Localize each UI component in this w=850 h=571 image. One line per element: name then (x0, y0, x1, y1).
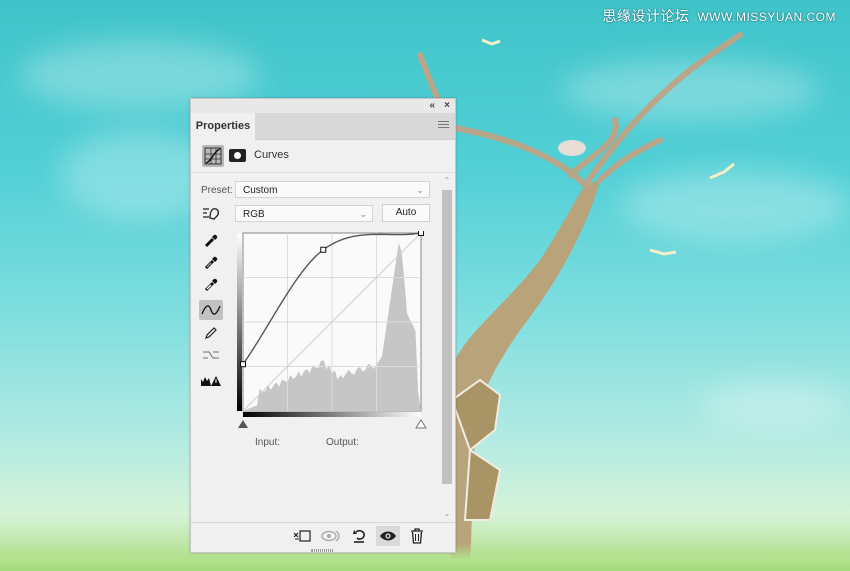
layer-mask-icon[interactable] (229, 149, 246, 162)
channel-dropdown[interactable]: RGB ⌄ (235, 205, 373, 222)
adjustment-header: Curves (191, 140, 455, 173)
reset-icon[interactable] (347, 526, 371, 546)
panel-footer (191, 522, 455, 552)
clipping-warning-icon[interactable] (199, 371, 223, 391)
curves-content: Preset: Custom ⌄ RGB ⌄ Auto Input: Outpu… (191, 173, 438, 520)
clip-to-layer-icon[interactable] (290, 526, 314, 546)
black-point-slider[interactable] (238, 420, 248, 428)
input-label: Input: (255, 437, 281, 448)
preset-value: Custom (243, 185, 278, 196)
input-gradient-bar (243, 412, 421, 417)
curve-point[interactable] (418, 230, 424, 236)
output-label: Output: (326, 437, 359, 448)
adjustment-title: Curves (254, 149, 289, 161)
curves-graph[interactable] (237, 230, 427, 436)
visibility-eye-icon[interactable] (376, 526, 400, 546)
auto-button[interactable]: Auto (382, 204, 430, 222)
white-point-slider[interactable] (415, 419, 427, 429)
channel-value: RGB (243, 209, 265, 220)
eyedropper-black-icon[interactable] (199, 231, 223, 251)
scroll-down-icon[interactable]: ⌄ (441, 509, 453, 518)
curve-point[interactable] (320, 246, 327, 253)
watermark-url: WWW.MISSYUAN.COM (697, 10, 836, 24)
smooth-curve-icon[interactable] (199, 345, 223, 365)
delete-trash-icon[interactable] (405, 526, 429, 546)
close-icon[interactable]: × (444, 100, 450, 111)
eyedropper-gray-icon[interactable] (199, 253, 223, 273)
chevron-down-icon: ⌄ (359, 209, 367, 219)
resize-grip[interactable] (311, 549, 334, 552)
scroll-thumb[interactable] (442, 190, 452, 484)
curve-points-icon[interactable] (199, 300, 223, 320)
curve-point[interactable] (240, 361, 246, 368)
pencil-icon[interactable] (199, 323, 223, 343)
collapse-icon[interactable]: « (429, 100, 435, 111)
chevron-down-icon: ⌄ (416, 185, 424, 195)
scroll-up-icon[interactable]: ⌃ (441, 176, 453, 185)
watermark-cn: 思缘设计论坛 (602, 8, 690, 24)
panel-scrollbar[interactable]: ⌃ ⌄ (441, 176, 453, 520)
tab-properties[interactable]: Properties (191, 113, 255, 140)
view-previous-icon[interactable] (319, 526, 343, 546)
preset-dropdown[interactable]: Custom ⌄ (235, 181, 430, 198)
panel-titlebar[interactable]: « × (191, 99, 455, 113)
panel-menu-icon[interactable] (438, 121, 449, 130)
curves-adjustment-icon[interactable] (202, 145, 224, 167)
preset-label: Preset: (201, 185, 233, 196)
watermark: 思缘设计论坛 WWW.MISSYUAN.COM (602, 6, 836, 26)
eyedropper-white-icon[interactable] (199, 275, 223, 295)
panel-tab-row: Properties (191, 113, 455, 140)
curves-graph-svg[interactable] (237, 230, 427, 431)
output-gradient-bar (237, 233, 242, 411)
targeted-adjustment-icon[interactable] (199, 203, 223, 223)
properties-panel: « × Properties Curves Preset: Custom ⌄ R… (190, 98, 456, 553)
